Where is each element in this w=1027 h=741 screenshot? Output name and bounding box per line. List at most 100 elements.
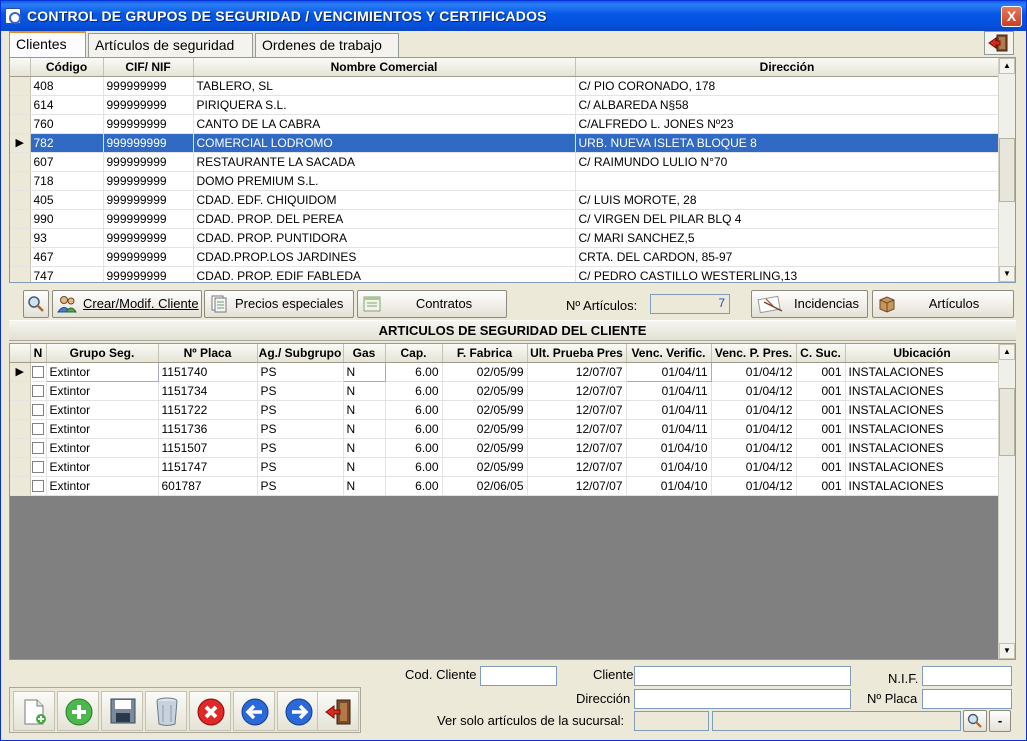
column-header-ult-prueba-pres[interactable]: Ult. Prueba Pres (527, 344, 627, 363)
row-indicator[interactable] (10, 381, 31, 401)
codigo-cell[interactable]: 747 (30, 266, 104, 282)
venc-verific-cell[interactable]: 01/04/11 (626, 381, 712, 401)
row-checkbox[interactable] (32, 366, 44, 379)
num-placa-cell[interactable]: 1151736 (158, 419, 258, 439)
row-indicator[interactable] (10, 76, 31, 96)
num-placa-cell[interactable]: 1151507 (158, 438, 258, 458)
column-header-direccion[interactable]: Dirección (575, 58, 1000, 77)
venc-p-pres-cell[interactable]: 01/04/12 (711, 381, 797, 401)
cliente-input[interactable] (634, 666, 851, 686)
direccion-cell[interactable]: CRTA. DEL CARDON, 85-97 (575, 247, 1000, 267)
table-row[interactable]: Extintor 601787 PS N 6.00 02/06/05 12/07/07 01/… (10, 476, 1000, 496)
ubicacion-cell[interactable]: INSTALACIONES (845, 457, 1000, 477)
codigo-cell[interactable]: 607 (30, 152, 104, 172)
nombre-comercial-cell[interactable]: CDAD. PROP. DEL PEREA (193, 209, 576, 229)
row-indicator[interactable] (10, 152, 31, 172)
ult-prueba-pres-cell[interactable]: 12/07/07 (527, 419, 627, 439)
venc-p-pres-cell[interactable]: 01/04/12 (711, 457, 797, 477)
row-indicator[interactable] (10, 247, 31, 267)
nombre-comercial-cell[interactable]: TABLERO, SL (193, 76, 576, 96)
column-header-grupo-seg[interactable]: Grupo Seg. (46, 344, 159, 363)
title-bar[interactable]: CONTROL DE GRUPOS DE SEGURIDAD / VENCIMI… (1, 1, 1026, 31)
ag-subgrupo-cell[interactable]: PS (257, 419, 344, 439)
codigo-cell[interactable]: 467 (30, 247, 104, 267)
sucursal-code-input[interactable] (634, 711, 709, 731)
nombre-comercial-cell[interactable]: DOMO PREMIUM S.L. (193, 171, 576, 191)
row-checkbox[interactable] (32, 461, 44, 474)
grupo-seg-cell[interactable]: Extintor (46, 400, 159, 420)
venc-verific-cell[interactable]: 01/04/11 (626, 419, 712, 439)
ag-subgrupo-cell[interactable]: PS (257, 362, 344, 382)
ubicacion-cell[interactable]: INSTALACIONES (845, 438, 1000, 458)
gas-cell[interactable]: N (343, 419, 386, 439)
cif-nif-cell[interactable]: 999999999 (103, 247, 194, 267)
row-indicator[interactable] (10, 228, 31, 248)
venc-verific-cell[interactable]: 01/04/11 (626, 400, 712, 420)
f-fabrica-cell[interactable]: 02/05/99 (442, 400, 528, 420)
codigo-cell[interactable]: 614 (30, 95, 104, 115)
next-button[interactable] (277, 691, 319, 731)
close-button[interactable]: X (1001, 6, 1022, 27)
ag-subgrupo-cell[interactable]: PS (257, 457, 344, 477)
nombre-comercial-cell[interactable]: CANTO DE LA CABRA (193, 114, 576, 134)
articles-grid[interactable]: N Grupo Seg. Nº Placa Ag./ Subgrupo Gas … (9, 343, 1016, 660)
f-fabrica-cell[interactable]: 02/05/99 (442, 362, 528, 382)
table-row[interactable]: ▶ Extintor 1151740 PS N 6.00 02/05/99 12/07/07 0… (10, 361, 1000, 382)
row-indicator[interactable] (10, 209, 31, 229)
previous-button[interactable] (233, 691, 275, 731)
table-row[interactable]: Extintor 1151747 PS N 6.00 02/05/99 12/07/07 01… (10, 457, 1000, 477)
ubicacion-cell[interactable]: INSTALACIONES (845, 419, 1000, 439)
n-cell[interactable] (30, 419, 47, 439)
table-row[interactable]: 760 999999999 CANTO DE LA CABRA C/ALFREDO L… (10, 114, 1000, 134)
grupo-seg-cell[interactable]: Extintor (46, 419, 159, 439)
direccion-cell[interactable] (575, 171, 1000, 191)
c-suc-cell[interactable]: 001 (796, 362, 846, 382)
cif-nif-cell[interactable]: 999999999 (103, 133, 194, 153)
column-header-num-placa[interactable]: Nº Placa (158, 344, 258, 363)
row-indicator[interactable] (10, 190, 31, 210)
ult-prueba-pres-cell[interactable]: 12/07/07 (527, 381, 627, 401)
venc-p-pres-cell[interactable]: 01/04/12 (711, 362, 797, 382)
tab-clientes[interactable]: Clientes (9, 31, 86, 57)
column-header-nombre-comercial[interactable]: Nombre Comercial (193, 58, 576, 77)
f-fabrica-cell[interactable]: 02/05/99 (442, 457, 528, 477)
direccion-cell[interactable]: C/ ALBAREDA N§58 (575, 95, 1000, 115)
codigo-cell[interactable]: 93 (30, 228, 104, 248)
direccion-cell[interactable]: C/ MARI SANCHEZ,5 (575, 228, 1000, 248)
cap-cell[interactable]: 6.00 (385, 362, 443, 382)
scroll-up-icon[interactable]: ▲ (999, 58, 1015, 74)
nif-input[interactable] (922, 666, 1012, 686)
num-placa-cell[interactable]: 601787 (158, 476, 258, 496)
c-suc-cell[interactable]: 001 (796, 419, 846, 439)
table-row[interactable]: 405 999999999 CDAD. EDF. CHIQUIDOM C/ LUIS … (10, 190, 1000, 210)
ag-subgrupo-cell[interactable]: PS (257, 381, 344, 401)
n-cell[interactable] (30, 400, 47, 420)
ult-prueba-pres-cell[interactable]: 12/07/07 (527, 400, 627, 420)
row-indicator[interactable]: ▶ (10, 362, 31, 382)
table-row[interactable]: Extintor 1151736 PS N 6.00 02/05/99 12/07/07 01… (10, 419, 1000, 439)
table-row[interactable]: 408 999999999 TABLERO, SL C/ PIO CORONADO, … (10, 76, 1000, 96)
column-header-f-fabrica[interactable]: F. Fabrica (442, 344, 528, 363)
scroll-thumb[interactable] (999, 388, 1015, 456)
exit-button[interactable] (317, 691, 359, 731)
gas-cell[interactable]: N (343, 457, 386, 477)
articles-scrollbar[interactable]: ▲ ▼ (998, 344, 1015, 659)
cap-cell[interactable]: 6.00 (385, 457, 443, 477)
ult-prueba-pres-cell[interactable]: 12/07/07 (527, 362, 627, 382)
column-header-ubicacion[interactable]: Ubicación (845, 344, 1000, 363)
direccion-cell[interactable]: C/ALFREDO L. JONES Nº23 (575, 114, 1000, 134)
num-placa-cell[interactable]: 1151747 (158, 457, 258, 477)
row-indicator[interactable] (10, 476, 31, 496)
table-row[interactable]: 93 999999999 CDAD. PROP. PUNTIDORA C/ MARI … (10, 228, 1000, 248)
table-row[interactable]: 607 999999999 RESTAURANTE LA SACADA C/ RAIM… (10, 152, 1000, 172)
ult-prueba-pres-cell[interactable]: 12/07/07 (527, 457, 627, 477)
cif-nif-cell[interactable]: 999999999 (103, 95, 194, 115)
add-button[interactable] (57, 691, 99, 731)
column-header-cap[interactable]: Cap. (385, 344, 443, 363)
codigo-cell[interactable]: 408 (30, 76, 104, 96)
ag-subgrupo-cell[interactable]: PS (257, 400, 344, 420)
gas-cell[interactable]: N (343, 381, 386, 401)
grupo-seg-cell[interactable]: Extintor (46, 457, 159, 477)
new-button[interactable] (13, 691, 55, 731)
row-checkbox[interactable] (32, 423, 44, 436)
